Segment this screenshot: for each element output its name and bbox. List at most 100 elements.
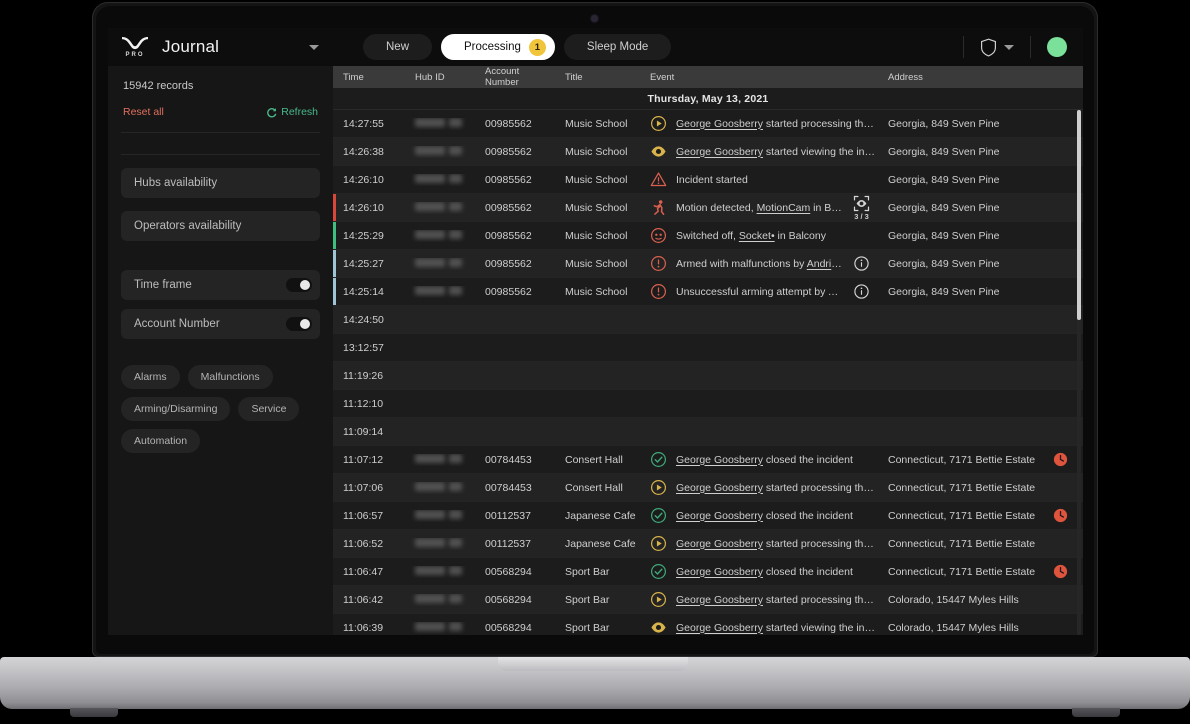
toggle-switch[interactable] [286,317,312,331]
table-row[interactable]: 14:25:1400985562Music SchoolUnsuccessful… [333,278,1083,306]
toggle-switch[interactable] [286,278,312,292]
table-row[interactable]: 14:26:1000985562Music SchoolIncident sta… [333,166,1083,194]
overdue-clock-badge[interactable] [1052,563,1069,580]
event-device-link[interactable]: Andriy Sterm [807,258,844,270]
event-extras: 3 / 3 [853,195,878,221]
overdue-clock-badge[interactable] [1052,507,1069,524]
sidebar-toggle-account-number[interactable]: Account Number [121,309,320,339]
event-actor-link[interactable]: George Goosberry [676,482,763,494]
events-table: TimeHub IDAccount NumberTitleEventAddres… [333,66,1083,635]
play-circle-icon [650,535,667,552]
chip-malfunctions[interactable]: Malfunctions [188,365,273,389]
cell-event: Switched off, Socket• in Balcony [640,227,878,244]
table-row[interactable]: 11:06:5200112537Japanese CafeGeorge Goos… [333,530,1083,558]
table-row[interactable]: 14:26:1000985562Music SchoolMotion detec… [333,194,1083,222]
table-row[interactable]: 11:12:10George Goosberry signed out [333,390,1083,418]
table-row[interactable]: 11:06:5700112537Japanese CafeGeorge Goos… [333,502,1083,530]
column-header-title[interactable]: Title [555,72,640,83]
avatar[interactable] [1047,37,1067,57]
camera-frames-badge[interactable]: 3 / 3 [853,195,870,221]
shield-selector[interactable] [980,38,1014,57]
redacted-hub-id [415,230,445,239]
clock-icon [1052,451,1069,468]
info-button[interactable] [853,283,870,300]
table-row[interactable]: 11:09:14George Goosberry signed in [333,418,1083,446]
table-row[interactable]: 11:06:3900568294Sport BarGeorge Goosberr… [333,614,1083,635]
cell-title: Sport Bar [555,566,640,578]
event-actor-link[interactable]: George Goosberry [676,538,763,550]
event-text: Armed with malfunctions by Andriy Sterm [676,258,844,270]
laptop-mockup: PRO Journal New Processing1 Sleep Mode [0,0,1190,724]
select-label: Operators availability [134,220,241,232]
address-text: Connecticut, 7171 Bettie Estate [888,538,1035,550]
event-actor-link[interactable]: George Goosberry [676,566,763,578]
table-row[interactable]: 11:07:0600784453Consert HallGeorge Goosb… [333,474,1083,502]
sidebar-select-hubs-availability[interactable]: Hubs availability [121,168,320,198]
chip-service[interactable]: Service [238,397,299,421]
info-button[interactable] [853,255,870,272]
tab-processing[interactable]: Processing1 [441,34,555,60]
table-header: TimeHub IDAccount NumberTitleEventAddres… [333,66,1083,88]
socket-off-icon [650,227,667,244]
table-body[interactable]: Thursday, May 13, 2021 14:27:5500985562M… [333,88,1083,635]
redacted-hub-id [449,454,462,463]
event-actor-link[interactable]: George Goosberry [676,454,763,466]
event-actor-link[interactable]: George Goosberry [676,622,763,634]
column-header-hub-id[interactable]: Hub ID [405,72,475,83]
table-row[interactable]: 14:25:2900985562Music SchoolSwitched off… [333,222,1083,250]
refresh-button[interactable]: Refresh [266,106,318,118]
column-header-time[interactable]: Time [333,72,405,83]
table-row[interactable]: 14:24:50George Goosberry signed in [333,306,1083,334]
event-text: George Goosberry started viewing the inc… [676,622,878,634]
event-device-link[interactable]: Socket• [739,230,775,242]
cell-title: Music School [555,258,640,270]
warning-triangle-icon [650,171,667,188]
event-actor-link[interactable]: George Goosberry [676,118,763,130]
sidebar: 15942 records Reset all Refresh Hubs ava… [108,66,333,635]
column-header-address[interactable]: Address [878,72,1083,83]
chip-alarms[interactable]: Alarms [121,365,180,389]
cell-time: 11:19:26 [333,370,405,382]
cell-title: Music School [555,174,640,186]
row-severity-marker [333,278,336,305]
ajax-pro-logo: PRO [120,36,150,58]
tab-new[interactable]: New [363,34,432,60]
redacted-hub-id [415,174,445,183]
cell-event: George Goosberry started processing the … [640,115,878,132]
table-row[interactable]: 14:27:5500985562Music SchoolGeorge Goosb… [333,110,1083,138]
chevron-down-icon[interactable] [1004,45,1014,50]
cell-hub-id [405,454,475,466]
event-device-link[interactable]: Andriy Sterm [828,286,844,298]
play-circle-icon [650,115,667,132]
tab-label: Processing [464,41,521,53]
redacted-hub-id [415,454,445,463]
overdue-clock-badge[interactable] [1052,451,1069,468]
event-actor-link[interactable]: George Goosberry [676,510,763,522]
reset-all-button[interactable]: Reset all [123,106,164,118]
laptop-base-notch [498,657,688,671]
tab-sleep-mode[interactable]: Sleep Mode [564,34,671,60]
event-device-link[interactable]: MotionCam [757,202,811,214]
redacted-hub-id [449,510,462,519]
table-row[interactable]: 14:25:2700985562Music SchoolArmed with m… [333,250,1083,278]
brand-area[interactable]: PRO Journal [108,28,333,66]
chip-automation[interactable]: Automation [121,429,200,453]
event-actor-link[interactable]: George Goosberry [676,594,763,606]
chip-arming-disarming[interactable]: Arming/Disarming [121,397,230,421]
table-row[interactable]: 11:06:4200568294Sport BarGeorge Goosberr… [333,586,1083,614]
scrollbar-thumb[interactable] [1077,110,1081,320]
chevron-down-icon[interactable] [309,45,319,50]
address-text: Connecticut, 7171 Bettie Estate [888,510,1035,522]
cell-account-number: 00112537 [475,538,555,550]
table-row[interactable]: 11:07:1200784453Consert HallGeorge Goosb… [333,446,1083,474]
cell-address: Connecticut, 7171 Bettie Estate [878,538,1083,550]
table-row[interactable]: 13:12:57George Goosberry signed in [333,334,1083,362]
table-row[interactable]: 14:26:3800985562Music SchoolGeorge Goosb… [333,138,1083,166]
column-header-account-number[interactable]: Account Number [475,66,555,88]
column-header-event[interactable]: Event [640,72,878,83]
sidebar-toggle-time-frame[interactable]: Time frame [121,270,320,300]
table-row[interactable]: 11:19:26George Goosberry signed in [333,362,1083,390]
event-actor-link[interactable]: George Goosberry [676,146,763,158]
sidebar-select-operators-availability[interactable]: Operators availability [121,211,320,241]
table-row[interactable]: 11:06:4700568294Sport BarGeorge Goosberr… [333,558,1083,586]
